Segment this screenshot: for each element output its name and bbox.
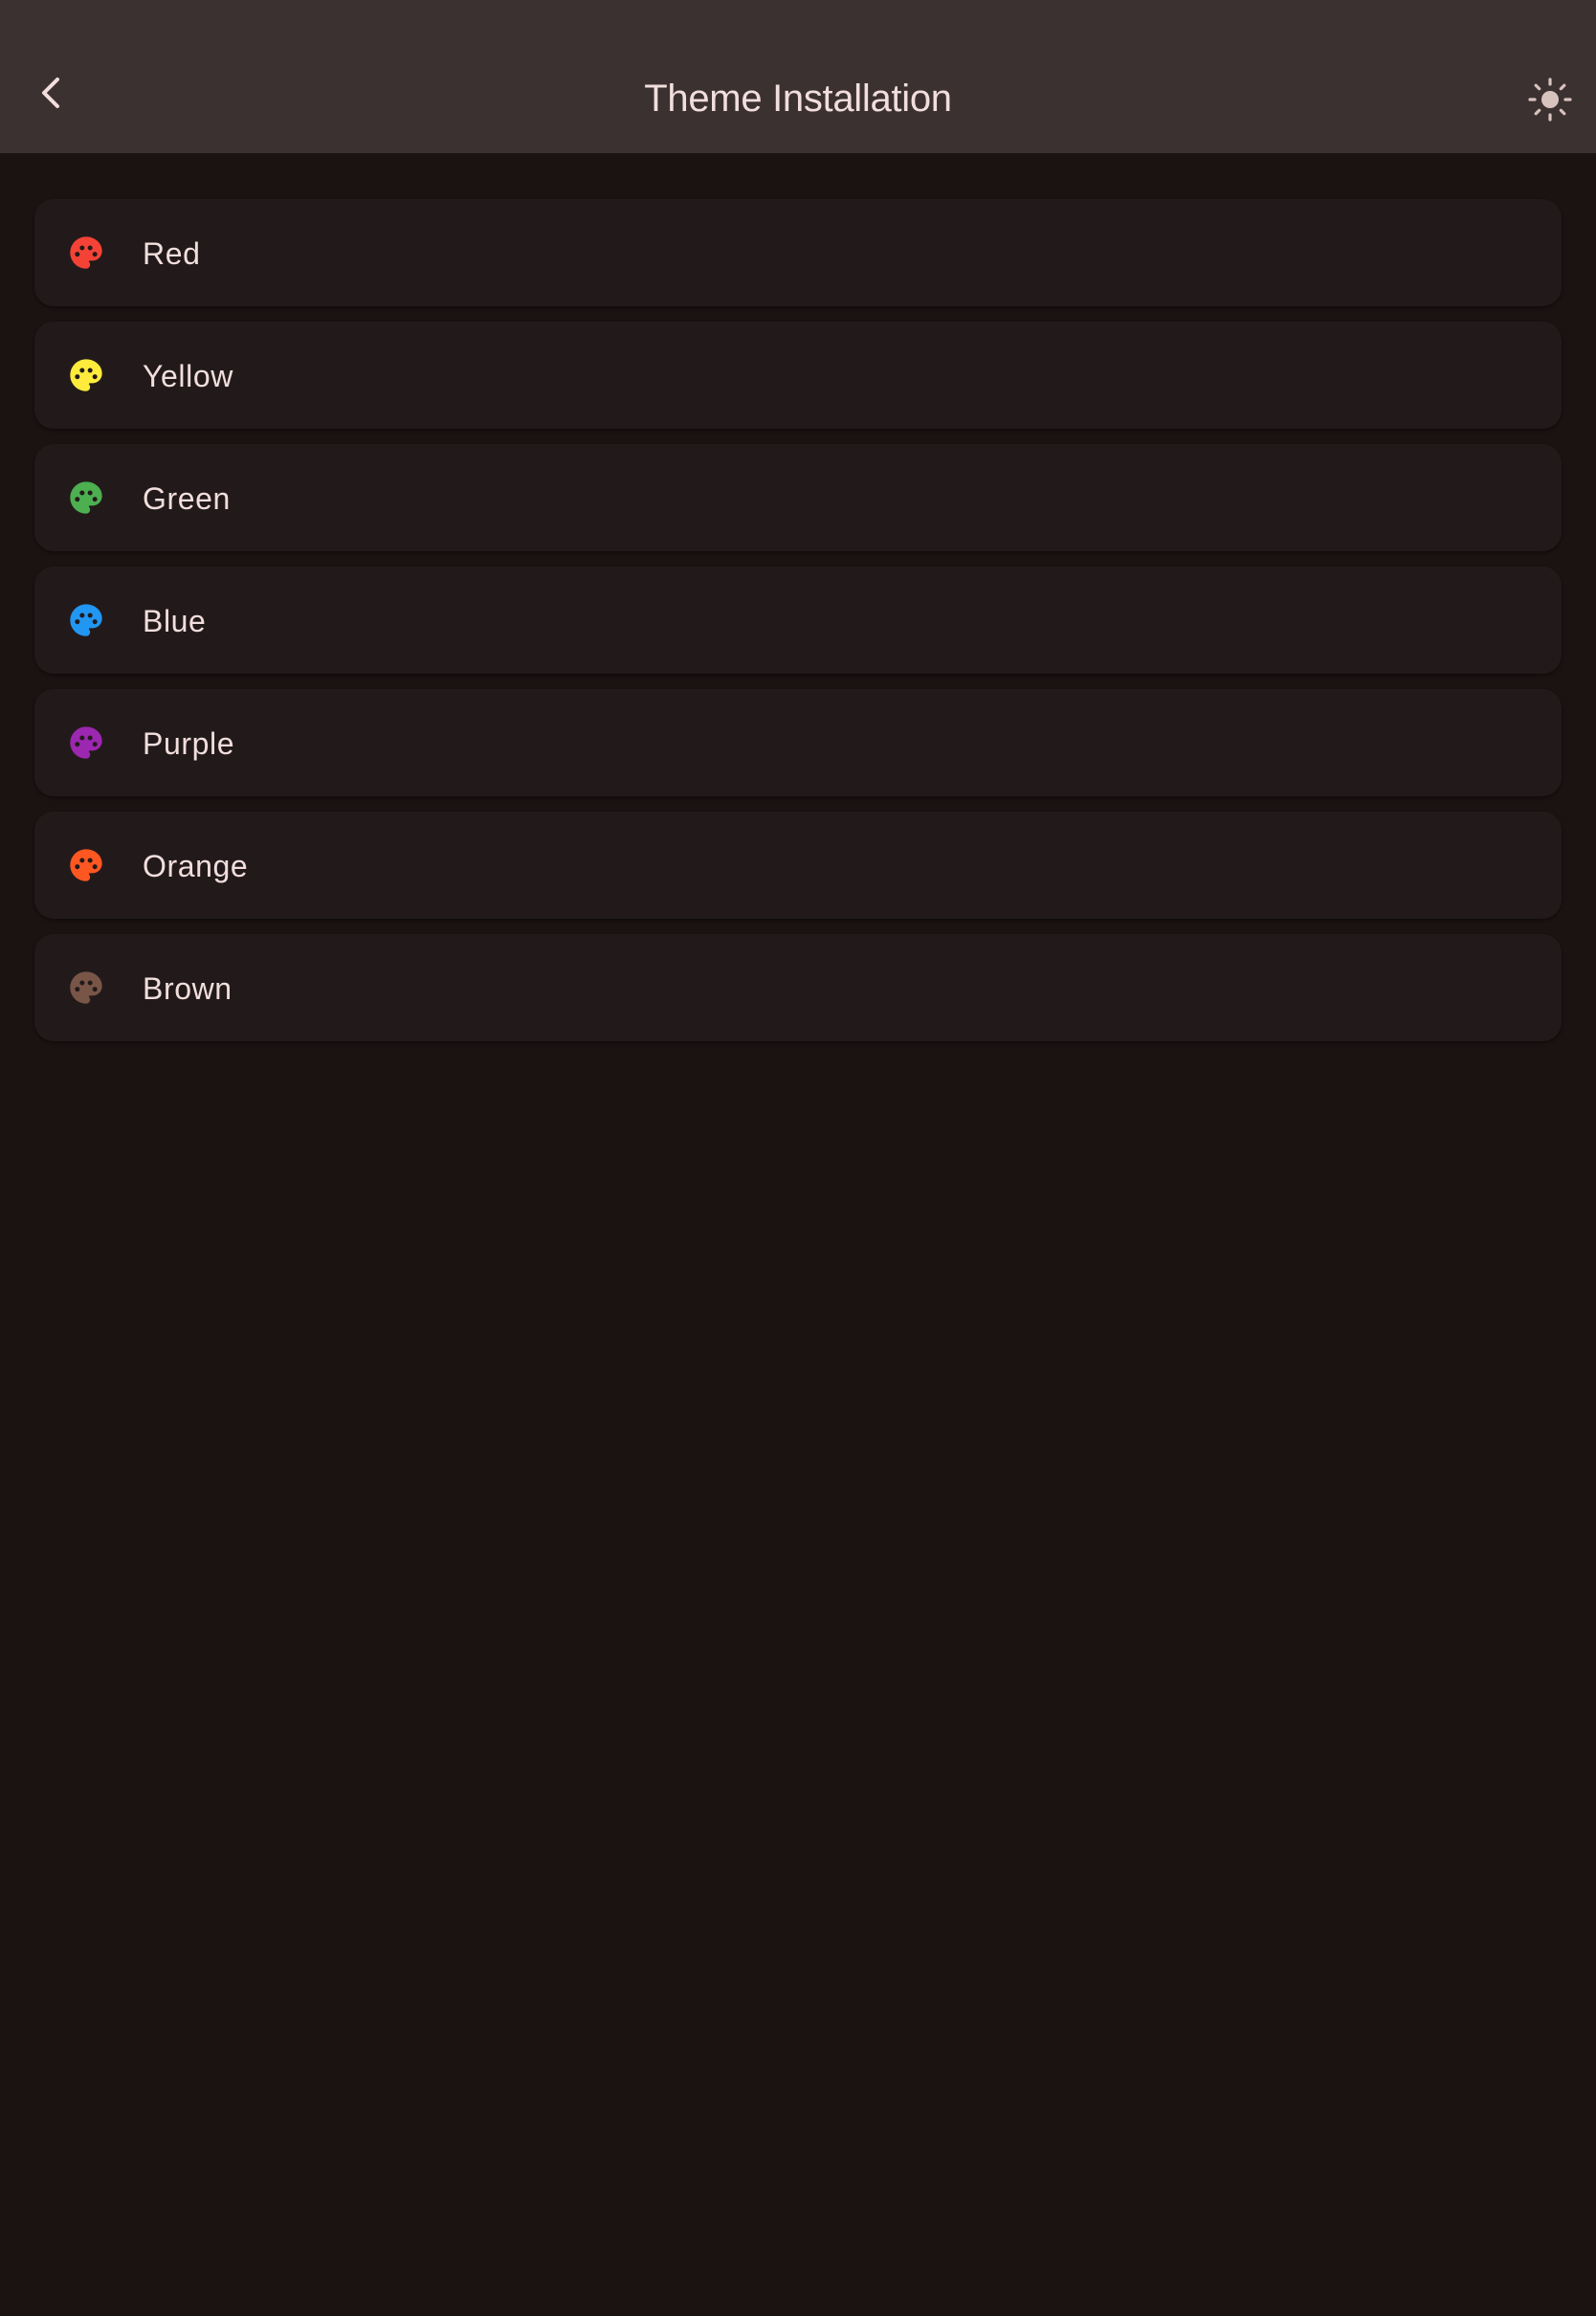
app-screen: Theme Installation Red Yellow Green Blue Pur… bbox=[0, 0, 1596, 2316]
theme-item-green[interactable]: Green bbox=[34, 444, 1562, 551]
theme-item-label: Orange bbox=[143, 849, 249, 883]
app-bar: Theme Installation bbox=[0, 0, 1596, 153]
palette-icon bbox=[70, 236, 102, 269]
theme-item-label: Brown bbox=[143, 971, 233, 1006]
theme-toggle-button[interactable] bbox=[1519, 69, 1581, 130]
theme-item-label: Purple bbox=[143, 726, 235, 761]
palette-icon bbox=[70, 481, 102, 514]
theme-item-orange[interactable]: Orange bbox=[34, 812, 1562, 919]
palette-icon bbox=[70, 604, 102, 636]
theme-item-yellow[interactable]: Yellow bbox=[34, 322, 1562, 429]
theme-item-brown[interactable]: Brown bbox=[34, 934, 1562, 1041]
page-title: Theme Installation bbox=[644, 78, 952, 120]
palette-icon bbox=[70, 359, 102, 391]
palette-icon bbox=[70, 726, 102, 759]
theme-item-blue[interactable]: Blue bbox=[34, 567, 1562, 674]
palette-icon bbox=[70, 849, 102, 881]
theme-list: Red Yellow Green Blue Purple Orange Brown bbox=[34, 199, 1562, 1057]
theme-item-label: Red bbox=[143, 236, 201, 271]
sun-icon bbox=[1528, 78, 1572, 122]
theme-item-red[interactable]: Red bbox=[34, 199, 1562, 306]
theme-item-label: Yellow bbox=[143, 359, 233, 393]
theme-item-purple[interactable]: Purple bbox=[34, 689, 1562, 796]
palette-icon bbox=[70, 971, 102, 1004]
theme-item-label: Green bbox=[143, 481, 231, 516]
theme-item-label: Blue bbox=[143, 604, 207, 638]
